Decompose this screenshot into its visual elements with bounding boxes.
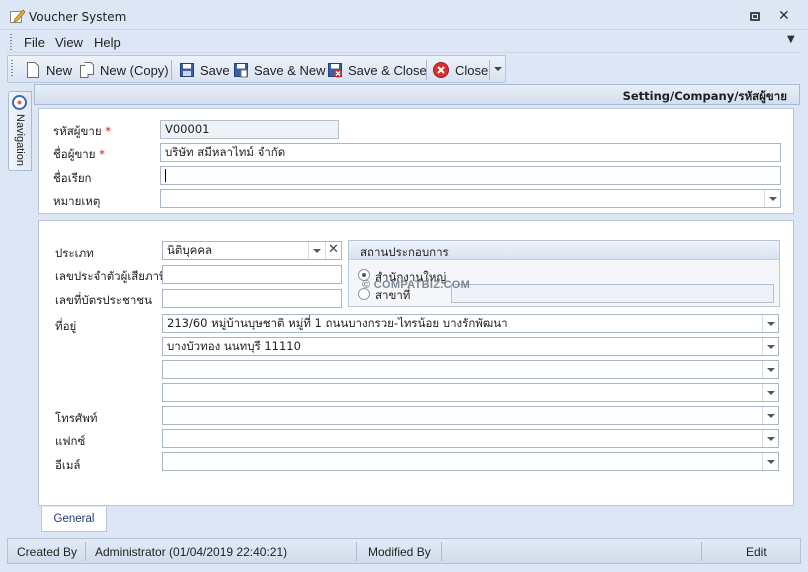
chevron-down-icon[interactable]: [762, 430, 778, 447]
alias-label: ชื่อเรียก: [53, 171, 92, 185]
branch-number-field[interactable]: [451, 284, 774, 303]
save-close-button[interactable]: Save & Close: [328, 61, 427, 79]
address-line-4[interactable]: [162, 383, 779, 402]
new-button[interactable]: New: [26, 61, 72, 79]
tax-id-field[interactable]: [162, 265, 342, 284]
fax-dropdown[interactable]: [162, 429, 779, 448]
restore-window-button[interactable]: [750, 12, 760, 21]
close-circle-icon: [433, 62, 449, 78]
mode-indicator: Edit: [746, 545, 767, 559]
close-window-button[interactable]: ✕: [778, 8, 790, 24]
note-dropdown[interactable]: [160, 189, 781, 208]
id-card-label: เลขที่บัตรประชาชน: [55, 293, 152, 307]
new-document-icon: [27, 62, 39, 78]
navigation-label: Navigation: [14, 114, 26, 166]
address-line-2[interactable]: บางบัวทอง นนทบุรี 11110: [162, 337, 779, 356]
compass-icon: [12, 95, 27, 110]
status-bar: Created By Administrator (01/04/2019 22:…: [7, 538, 801, 564]
menu-bar: File View Help ▼: [7, 31, 801, 53]
address-label: ที่อยู่: [55, 319, 77, 333]
phone-dropdown[interactable]: [162, 406, 779, 425]
tab-general[interactable]: General: [41, 507, 107, 532]
toolbar: New New (Copy) Save Save & New Save & Cl…: [7, 55, 506, 83]
window-title: Voucher System: [29, 10, 127, 24]
created-by-label: Created By: [17, 545, 78, 559]
establishment-group-header: สถานประกอบการ: [349, 241, 779, 260]
title-bar: Voucher System ✕: [0, 0, 808, 30]
breadcrumb: Setting/Company/รหัสผู้ขาย: [622, 89, 787, 103]
menu-grip[interactable]: [10, 34, 12, 50]
watermark-text: © COMPATBIZ.COM: [362, 279, 471, 291]
note-label: หมายเหตุ: [53, 194, 101, 208]
status-separator: [85, 542, 86, 561]
chevron-down-icon[interactable]: [762, 384, 778, 401]
chevron-down-icon[interactable]: [762, 407, 778, 424]
menu-file[interactable]: File: [24, 35, 45, 50]
vendor-name-label: ชื่อผู้ขาย *: [53, 147, 105, 161]
text-cursor: [165, 169, 166, 182]
new-copy-button-label: New (Copy): [100, 62, 169, 78]
vendor-code-label: รหัสผู้ขาย *: [53, 124, 111, 138]
toolbar-separator: [489, 60, 490, 80]
type-dropdown[interactable]: นิติบุคคล ✕: [162, 241, 342, 260]
new-button-label: New: [46, 62, 73, 78]
save-new-button-label: Save & New: [254, 62, 326, 78]
email-label: อีเมล์: [55, 458, 81, 472]
save-new-button[interactable]: Save & New: [234, 61, 326, 79]
new-copy-button[interactable]: New (Copy): [80, 61, 169, 79]
close-button-label: Close: [455, 62, 489, 78]
email-dropdown[interactable]: [162, 452, 779, 471]
establishment-title: สถานประกอบการ: [360, 245, 449, 259]
fax-label: แฟกซ์: [55, 434, 86, 448]
vendor-name-field[interactable]: บริษัท สมีหลาไทม์ จำกัด: [160, 143, 781, 162]
address-line-3[interactable]: [162, 360, 779, 379]
chevron-down-icon[interactable]: [762, 453, 778, 470]
status-separator: [356, 542, 357, 561]
chevron-down-icon[interactable]: [762, 361, 778, 378]
toolbar-separator: [171, 60, 172, 80]
address-line-1[interactable]: 213/60 หมู่บ้านบุษชาติ หมู่ที่ 1 ถนนบางก…: [162, 314, 779, 333]
created-by-value: Administrator (01/04/2019 22:40:21): [95, 545, 288, 559]
copy-document-icon: [80, 62, 94, 78]
establishment-group: สถานประกอบการ สำนักงานใหญ่ สาขาที่: [348, 240, 780, 307]
status-separator: [701, 542, 702, 561]
vendor-code-field[interactable]: V00001: [160, 120, 339, 139]
menu-help[interactable]: Help: [94, 35, 121, 50]
chevron-down-icon[interactable]: [764, 190, 780, 207]
save-new-icon: [234, 63, 248, 78]
tax-id-label: เลขประจำตัวผู้เสียภาษี: [55, 269, 167, 283]
save-button[interactable]: Save: [180, 61, 230, 79]
status-separator: [441, 542, 442, 561]
save-disk-icon: [180, 63, 194, 77]
app-pencil-icon: [10, 9, 26, 23]
alias-field[interactable]: [160, 166, 781, 185]
close-button[interactable]: Close: [433, 61, 488, 79]
phone-label: โทรศัพท์: [55, 411, 98, 425]
save-button-label: Save: [200, 62, 230, 78]
clear-icon[interactable]: ✕: [325, 242, 341, 259]
menu-overflow-icon[interactable]: ▼: [787, 34, 795, 45]
chevron-down-icon[interactable]: [762, 315, 778, 332]
chevron-down-icon[interactable]: [308, 242, 324, 259]
toolbar-overflow-icon[interactable]: [494, 67, 502, 71]
menu-view[interactable]: View: [55, 35, 83, 50]
save-close-icon: [328, 63, 342, 78]
save-close-button-label: Save & Close: [348, 62, 427, 78]
chevron-down-icon[interactable]: [762, 338, 778, 355]
modified-by-label: Modified By: [368, 545, 431, 559]
toolbar-grip[interactable]: [11, 60, 13, 78]
id-card-field[interactable]: [162, 289, 342, 308]
header-bar: Setting/Company/รหัสผู้ขาย: [34, 84, 800, 105]
type-label: ประเภท: [55, 246, 94, 260]
toolbar-separator: [426, 60, 427, 80]
